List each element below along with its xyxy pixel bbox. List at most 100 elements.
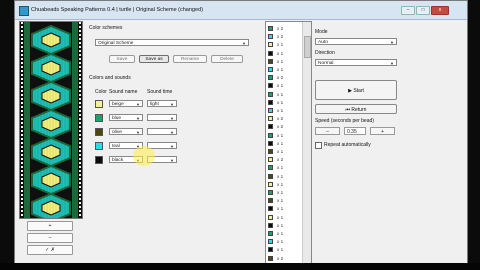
sound-time-select[interactable]: ▼ (147, 114, 177, 121)
pattern-edge-bead (21, 114, 23, 116)
bead-count: x 2 (277, 255, 284, 261)
start-button[interactable]: ▶ Start (315, 80, 397, 100)
bead-count: x 2 (277, 116, 284, 122)
return-button[interactable]: ⏮ Return (315, 104, 397, 114)
bead-color-swatch (268, 181, 273, 187)
bead-color-swatch (268, 108, 273, 113)
pattern-edge-bead (21, 46, 23, 48)
bead-count: x 1 (277, 206, 284, 212)
add-button[interactable]: + (27, 221, 73, 231)
bead-list-scrollbar[interactable] (302, 22, 311, 264)
delete-button[interactable]: Delete (211, 55, 243, 63)
color-row: blue ▼ ▼ (95, 113, 235, 123)
bead-count: x 1 (277, 91, 284, 97)
bead-color-swatch (268, 231, 273, 236)
pattern-edge-bead (21, 166, 23, 168)
bead-color-swatch (268, 42, 273, 48)
chevron-down-icon: ▼ (170, 116, 174, 121)
bead-color-swatch (268, 26, 273, 31)
pattern-edge-bead (21, 158, 23, 160)
maximize-button[interactable]: □ (416, 6, 430, 15)
bead-pattern-panel[interactable] (19, 21, 83, 219)
pattern-edge-bead (21, 122, 23, 124)
sound-name-value: teal (112, 144, 120, 149)
chevron-down-icon: ▼ (390, 40, 394, 45)
sound-name-select[interactable]: beige ▼ (109, 100, 143, 107)
bead-color-swatch (268, 50, 273, 56)
bead-color-swatch (268, 34, 273, 40)
color-swatch[interactable] (95, 114, 103, 122)
sound-name-header: Sound name (109, 89, 138, 95)
pattern-edge-bead (21, 118, 23, 120)
scrollbar-thumb[interactable] (304, 36, 311, 58)
color-swatch[interactable] (95, 142, 103, 150)
color-swatch[interactable] (95, 100, 103, 108)
pattern-edge-bead (21, 186, 23, 188)
chevron-down-icon: ▼ (136, 102, 140, 107)
window-title: Chuabeads Speaking Patterns 0.4 | turtle… (31, 7, 203, 13)
bead-count: x 1 (277, 231, 284, 236)
pattern-edge-bead (21, 130, 23, 132)
pattern-edge-bead (21, 98, 23, 100)
bead-count: x 1 (277, 149, 284, 154)
bead-color-swatch (268, 222, 273, 228)
bead-color-swatch (268, 206, 273, 212)
colors-sounds-label: Colors and sounds (89, 75, 131, 81)
pattern-edge-bead (21, 34, 23, 36)
confirm-cancel-button[interactable]: ✓ ✗ (27, 245, 73, 255)
pattern-edge-bead (21, 106, 23, 108)
bead-color-swatch (268, 67, 273, 72)
minimize-button[interactable]: – (401, 6, 415, 15)
chevron-down-icon: ▼ (170, 102, 174, 107)
bead-count: x 1 (277, 222, 284, 228)
bead-sequence-list[interactable]: x 2 x 2 x 1 x 1 x 1 x 1 x 2 x 1 x 1 x 1 x 1 x 2 x 2 x… (265, 21, 312, 265)
repeat-checkbox[interactable] (315, 142, 322, 149)
bead-pattern-graphic[interactable] (20, 22, 82, 218)
pattern-edge-bead (21, 206, 23, 208)
color-swatch[interactable] (95, 156, 103, 164)
sound-time-header: Sound time (147, 89, 173, 95)
scheme-select[interactable]: Original Scheme ▼ (95, 39, 249, 46)
save-as-button[interactable]: Save as (139, 55, 169, 63)
speed-increase-button[interactable]: + (370, 127, 395, 135)
pattern-edge-bead (21, 70, 23, 72)
pattern-column: + – ✓ ✗ (19, 21, 83, 261)
bead-color-swatch (268, 116, 273, 122)
mode-select[interactable]: Auto ▼ (315, 38, 397, 45)
sound-name-select[interactable]: olive ▼ (109, 128, 143, 135)
bead-count: x 1 (277, 67, 284, 72)
sound-name-select[interactable]: blue ▼ (109, 114, 143, 121)
pattern-edge-bead (21, 86, 23, 88)
sound-time-select[interactable]: light ▼ (147, 100, 177, 107)
rename-button[interactable]: Rename (173, 55, 207, 63)
remove-button[interactable]: – (27, 233, 73, 243)
direction-select[interactable]: Normal ▼ (315, 59, 397, 66)
sound-name-value: blue (112, 116, 122, 121)
bead-color-swatch (268, 157, 273, 163)
app-icon (19, 6, 29, 16)
pattern-edge-bead (21, 38, 23, 40)
pattern-edge-bead (21, 178, 23, 180)
sound-name-value: beige (112, 102, 124, 107)
pattern-edge-bead (21, 194, 23, 196)
bead-color-swatch (268, 247, 273, 253)
direction-label: Direction (315, 50, 335, 56)
close-button[interactable]: x (431, 6, 449, 15)
taskbar (0, 263, 480, 270)
color-swatch[interactable] (95, 128, 103, 136)
color-row: olive ▼ ▼ (95, 127, 235, 137)
playback-panel: Mode Auto ▼ Direction Normal ▼ ▶ Start ⏮ R… (315, 21, 465, 261)
speed-input[interactable]: 0.35 (344, 127, 366, 135)
bead-count: x 1 (277, 132, 284, 138)
scheme-select-value: Original Scheme (98, 41, 134, 46)
chevron-down-icon: ▼ (170, 158, 174, 163)
app-window: Chuabeads Speaking Patterns 0.4 | turtle… (14, 0, 468, 265)
sound-time-select[interactable]: ▼ (147, 128, 177, 135)
speed-decrease-button[interactable]: – (315, 127, 340, 135)
pattern-edge-bead (21, 202, 23, 204)
repeat-label: Repeat automatically (324, 142, 371, 148)
bead-color-swatch (268, 239, 273, 245)
save-button[interactable]: Save (109, 55, 135, 63)
pattern-edge-bead (21, 94, 23, 96)
direction-value: Normal (318, 61, 334, 66)
